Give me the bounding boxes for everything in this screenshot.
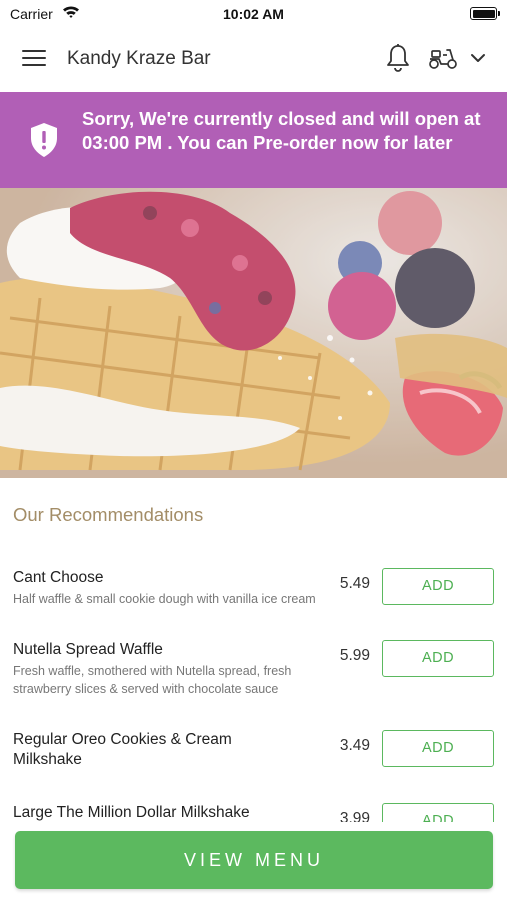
app-header: Kandy Kraze Bar — [0, 28, 507, 92]
add-button[interactable]: ADD — [382, 803, 494, 822]
battery-icon — [470, 7, 500, 20]
closed-notice-text: Sorry, We're currently closed and will o… — [82, 108, 481, 153]
item-name: Large The Million Dollar Milkshake — [13, 804, 250, 821]
status-time: 10:02 AM — [223, 6, 284, 22]
add-button[interactable]: ADD — [382, 568, 494, 605]
item-description: Fresh waffle, smothered with Nutella spr… — [13, 664, 292, 696]
item-price: 3.99 — [339, 810, 370, 822]
hero-image — [0, 188, 507, 478]
bell-icon[interactable] — [385, 43, 411, 78]
menu-icon[interactable] — [22, 50, 46, 68]
scooter-icon[interactable] — [427, 45, 459, 76]
status-bar: Carrier 10:02 AM — [0, 0, 507, 28]
item-name: Nutella Spread Waffle — [13, 641, 163, 658]
chevron-down-icon[interactable] — [470, 51, 486, 69]
add-button[interactable]: ADD — [382, 640, 494, 677]
item-name: Cant Choose — [13, 569, 104, 586]
recommendations-list: Cant Choose Half waffle & small cookie d… — [0, 560, 507, 822]
closed-notice-banner: Sorry, We're currently closed and will o… — [0, 92, 507, 188]
shield-icon — [30, 122, 58, 163]
item-price: 5.49 — [339, 575, 370, 592]
recommendations-title: Our Recommendations — [13, 504, 204, 525]
item-price: 5.99 — [339, 647, 370, 664]
page-title: Kandy Kraze Bar — [67, 48, 211, 69]
add-button[interactable]: ADD — [382, 730, 494, 767]
item-price: 3.49 — [339, 737, 370, 754]
item-description: Half waffle & small cookie dough with va… — [13, 592, 316, 606]
view-menu-button[interactable]: VIEW MENU — [15, 831, 493, 889]
item-name: Regular Oreo Cookies & Cream Milkshake — [13, 731, 232, 768]
